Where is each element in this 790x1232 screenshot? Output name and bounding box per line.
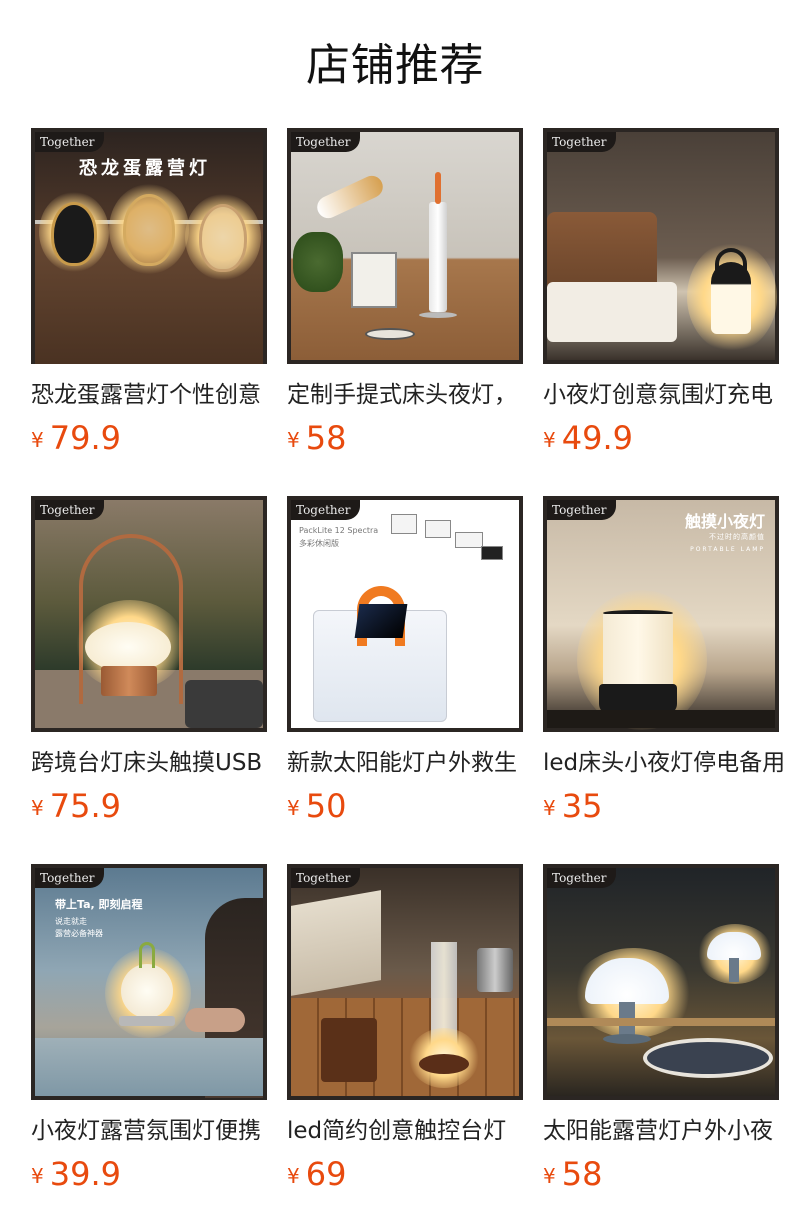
brand-watermark: Together [35,132,105,152]
bedside-lamp-image[interactable]: Together [543,128,779,364]
product-row: Together 带上Ta, 即刻启程 说走就走 露营必备神器 小夜灯露营氛围灯… [31,864,790,1232]
image-banner: 恐龙蛋露营灯 [79,158,211,179]
beach-lantern-image[interactable]: Together 带上Ta, 即刻启程 说走就走 露营必备神器 [31,864,267,1100]
recommendation-page: 店铺推荐 Together 恐龙蛋露营灯 恐龙蛋露营灯个性创意 ¥ 79.9 T… [0,0,790,1232]
brand-watermark: Together [547,500,617,520]
price-value: 49.9 [561,419,633,457]
product-card[interactable]: Together led简约创意触控台灯 ¥69 [287,864,523,1204]
product-card[interactable]: Together 恐龙蛋露营灯 恐龙蛋露营灯个性创意 ¥79.9 [31,128,267,468]
table-lamp-image[interactable]: Together [31,496,267,732]
brand-watermark: Together [35,868,105,888]
price-value: 58 [561,1155,603,1193]
product-price: ¥79.9 [31,420,267,458]
brand-watermark: Together [547,868,617,888]
brand-watermark: Together [547,132,617,152]
product-name[interactable]: led简约创意触控台灯 [287,1116,523,1146]
product-card[interactable]: Together PackLite 12 Spectra 多彩休闲版 新款太阳能… [287,496,523,836]
product-name[interactable]: led床头小夜灯停电备用 [543,748,790,778]
product-name[interactable]: 定制手提式床头夜灯， [287,380,523,410]
solar-mushroom-lamp-image[interactable]: Together [543,864,779,1100]
product-price: ¥49.9 [543,420,790,458]
section-title: 店铺推荐 [306,40,484,91]
currency-symbol: ¥ [543,796,556,820]
product-name[interactable]: 跨境台灯床头触摸USB [31,748,267,778]
price-value: 50 [305,787,347,825]
touch-night-light-image[interactable]: Together 触摸小夜灯 不过时的高颜值 PORTABLE LAMP [543,496,779,732]
product-price: ¥69 [287,1156,523,1194]
image-banner-sub2: PORTABLE LAMP [690,546,765,553]
currency-symbol: ¥ [287,1164,300,1188]
currency-symbol: ¥ [287,428,300,452]
product-price: ¥50 [287,788,523,826]
image-banner-sub: 说走就走 [55,917,87,926]
price-value: 58 [305,419,347,457]
product-name[interactable]: 太阳能露营灯户外小夜 [543,1116,790,1146]
currency-symbol: ¥ [31,428,44,452]
image-banner: 带上Ta, 即刻启程 [55,898,143,911]
product-card[interactable]: Together 太阳能露营灯户外小夜 ¥58 [543,864,790,1204]
price-value: 69 [305,1155,347,1193]
product-card[interactable]: Together 定制手提式床头夜灯， ¥58 [287,128,523,468]
camping-lantern-image[interactable]: Together 恐龙蛋露营灯 [31,128,267,364]
currency-symbol: ¥ [543,428,556,452]
product-price: ¥75.9 [31,788,267,826]
image-banner-sub: 不过时的高颜值 [709,533,765,541]
portable-night-light-image[interactable]: Together [287,128,523,364]
product-name[interactable]: 小夜灯创意氛围灯充电 [543,380,790,410]
currency-symbol: ¥ [31,1164,44,1188]
product-card[interactable]: Together 跨境台灯床头触摸USB ¥75.9 [31,496,267,836]
currency-symbol: ¥ [31,796,44,820]
camp-table-lamp-image[interactable]: Together [287,864,523,1100]
product-card[interactable]: Together 带上Ta, 即刻启程 说走就走 露营必备神器 小夜灯露营氛围灯… [31,864,267,1204]
brand-watermark: Together [291,132,361,152]
brand-watermark: Together [291,500,361,520]
product-row: Together 跨境台灯床头触摸USB ¥75.9 Together Pack… [31,496,790,864]
image-banner: 触摸小夜灯 [684,512,765,531]
product-grid: Together 恐龙蛋露营灯 恐龙蛋露营灯个性创意 ¥79.9 Togethe… [31,128,790,1232]
product-price: ¥58 [287,420,523,458]
product-price: ¥35 [543,788,790,826]
image-banner-sub2: 露营必备神器 [55,929,103,938]
currency-symbol: ¥ [287,796,300,820]
brand-watermark: Together [35,500,105,520]
product-name[interactable]: 新款太阳能灯户外救生 [287,748,523,778]
image-banner: PackLite 12 Spectra [299,526,379,535]
brand-watermark: Together [291,868,361,888]
price-value: 79.9 [49,419,121,457]
product-card[interactable]: Together 触摸小夜灯 不过时的高颜值 PORTABLE LAMP led… [543,496,790,836]
product-price: ¥39.9 [31,1156,267,1194]
product-name[interactable]: 小夜灯露营氛围灯便携 [31,1116,267,1146]
product-row: Together 恐龙蛋露营灯 恐龙蛋露营灯个性创意 ¥79.9 Togethe… [31,128,790,496]
currency-symbol: ¥ [543,1164,556,1188]
product-card[interactable]: Together 小夜灯创意氛围灯充电 ¥49.9 [543,128,790,468]
price-value: 75.9 [49,787,121,825]
price-value: 39.9 [49,1155,121,1193]
product-price: ¥58 [543,1156,790,1194]
price-value: 35 [561,787,603,825]
image-banner-sub: 多彩休闲版 [299,539,339,548]
solar-lantern-image[interactable]: Together PackLite 12 Spectra 多彩休闲版 [287,496,523,732]
product-name[interactable]: 恐龙蛋露营灯个性创意 [31,380,267,410]
